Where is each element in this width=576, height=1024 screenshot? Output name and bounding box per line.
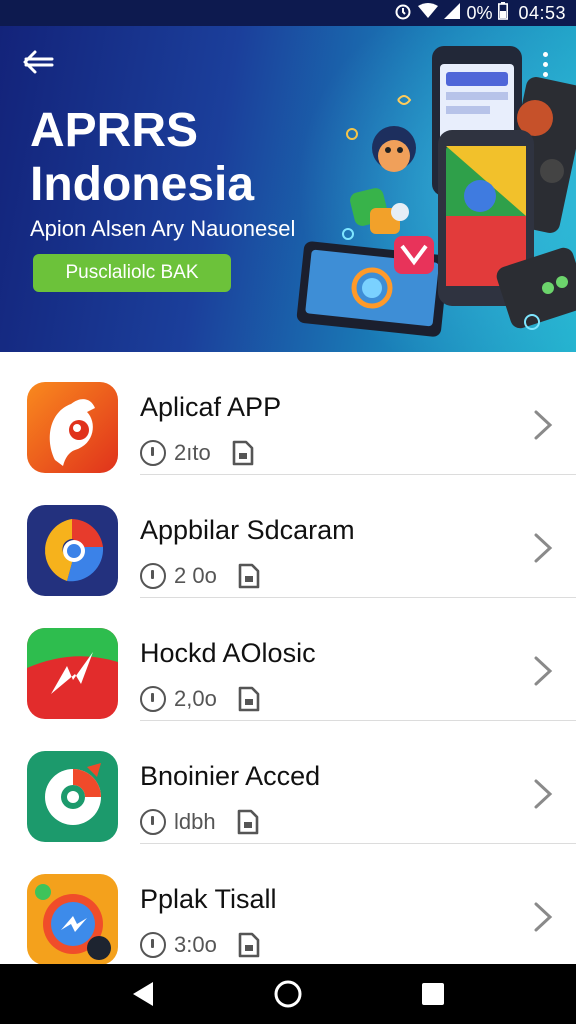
chevron-right-icon [534,902,553,932]
app-meta-value: 2 0o [174,563,217,588]
phones-illustration [296,46,576,337]
file-icon [238,932,260,958]
app-meta: 2,0o [140,684,261,714]
list-item[interactable]: Pplak Tisall 3:0o [0,844,576,964]
list-item[interactable]: Aplicaf APP 2ıto [0,352,576,475]
alarm-icon [394,2,412,24]
clock-icon [140,686,166,712]
chevron-right-icon [534,533,553,563]
nav-back-button[interactable] [123,974,163,1014]
app-meta-value: 3:0o [174,932,217,957]
app-meta: 2ıto [140,438,255,468]
page-subtitle: Apion Alsen Ary Nauonesel [30,216,296,241]
back-arrow-icon [23,50,54,74]
hero-banner: APRRS Indonesia Apion Alsen Ary Nauonese… [0,26,576,352]
battery-icon [498,2,509,24]
clock-time: 04:53 [518,2,566,23]
green-swirl-app-icon [27,751,118,842]
list-item[interactable]: Hockd AOlosic 2,0o [0,598,576,721]
clock-icon [140,809,166,835]
list-item[interactable]: Bnoinier Acced ldbh [0,721,576,844]
file-icon [232,440,254,466]
app-meta-value: ldbh [174,809,216,834]
file-icon [238,686,260,712]
page-title: APRRS Indonesia [30,104,255,211]
nav-recents-button[interactable] [413,974,453,1014]
chevron-right-icon [534,410,553,440]
app-name: Appbilar Sdcaram [140,515,355,545]
chevron-right-icon [534,779,553,809]
file-icon [237,809,258,835]
app-name: Aplicaf APP [140,392,282,422]
chevron-right-icon [534,656,553,686]
home-circle-icon [274,980,302,1008]
back-triangle-icon [132,982,153,1006]
download-button[interactable]: Pusclaliolc BAK [33,254,231,292]
clock-icon [140,932,166,958]
clock-icon [140,563,166,589]
app-list: Aplicaf APP 2ıto Appbilar Sdcaram 2 0o H… [0,352,576,964]
system-nav-bar [0,964,576,1024]
app-meta-value: 2ıto [174,440,211,465]
back-button[interactable] [18,44,58,80]
lightning-app-icon [27,628,118,719]
messenger-app-icon [27,874,118,964]
nav-home-button[interactable] [268,974,308,1014]
app-meta-value: 2,0o [174,686,217,711]
app-meta: 2 0o [140,561,261,591]
app-name: Hockd AOlosic [140,638,316,668]
app-name: Pplak Tisall [140,884,277,914]
clock-icon [140,440,166,466]
wifi-icon [418,3,439,23]
app-meta: ldbh [140,807,260,837]
status-bar: 0% 04:53 [0,0,576,26]
orange-fox-app-icon [27,382,118,473]
file-icon [238,563,260,589]
chrome-swirl-app-icon [27,505,118,596]
battery-percent: 0% [466,2,493,23]
app-name: Bnoinier Acced [140,761,321,791]
list-item[interactable]: Appbilar Sdcaram 2 0o [0,475,576,598]
app-meta: 3:0o [140,930,261,960]
recents-square-icon [422,983,445,1005]
signal-icon [444,3,461,23]
